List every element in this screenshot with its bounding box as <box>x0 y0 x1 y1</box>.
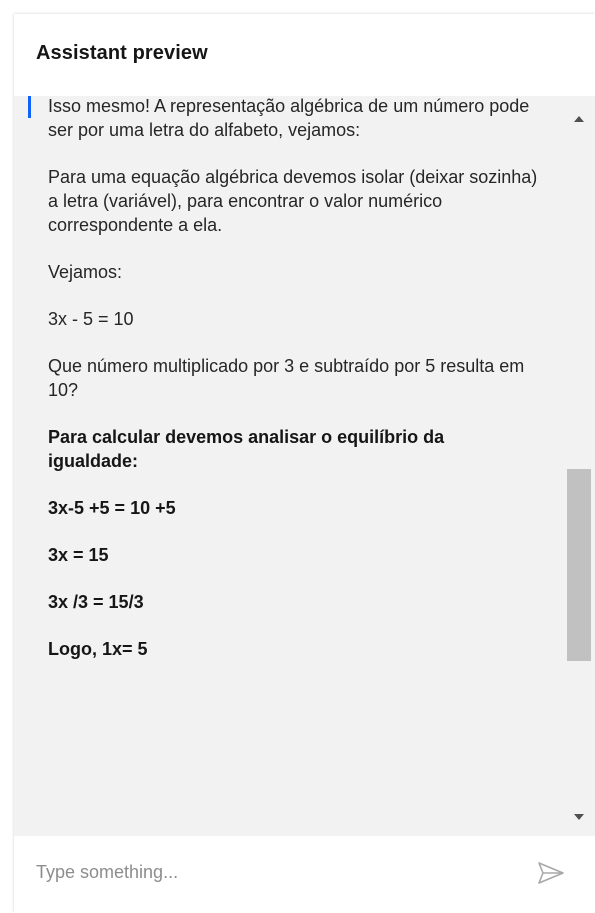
message-paragraph: Logo, 1x= 5 <box>48 639 148 659</box>
message-area[interactable]: Isso mesmo! A representação algébrica de… <box>14 96 564 836</box>
vertical-scrollbar[interactable] <box>564 96 595 836</box>
message-paragraph: Vejamos: <box>48 262 123 282</box>
message-paragraph: 3x-5 +5 = 10 +5 <box>48 498 176 518</box>
message-paragraph: 3x = 15 <box>48 545 109 565</box>
scrollbar-thumb[interactable] <box>567 469 591 661</box>
send-button[interactable] <box>534 856 568 890</box>
chevron-up-icon[interactable] <box>574 116 584 122</box>
assistant-message: Isso mesmo! A representação algébrica de… <box>48 96 538 684</box>
chevron-down-icon[interactable] <box>574 814 584 820</box>
send-icon <box>538 862 564 884</box>
panel-title: Assistant preview <box>36 42 208 64</box>
message-paragraph: Isso mesmo! A representação algébrica de… <box>48 96 530 140</box>
message-paragraph: Para uma equação algébrica devemos isola… <box>48 167 538 235</box>
message-input-bar <box>14 836 595 913</box>
assistant-preview-panel: Assistant preview Isso mesmo! A represen… <box>14 14 595 913</box>
message-accent-bar <box>28 96 31 118</box>
panel-header: Assistant preview <box>14 14 595 96</box>
message-paragraph: Para calcular devemos analisar o equilíb… <box>48 427 445 471</box>
message-paragraph: Que número multiplicado por 3 e subtraíd… <box>48 356 525 400</box>
message-input[interactable] <box>36 856 506 888</box>
message-paragraph: 3x - 5 = 10 <box>48 309 134 329</box>
message-paragraph: 3x /3 = 15/3 <box>48 592 144 612</box>
